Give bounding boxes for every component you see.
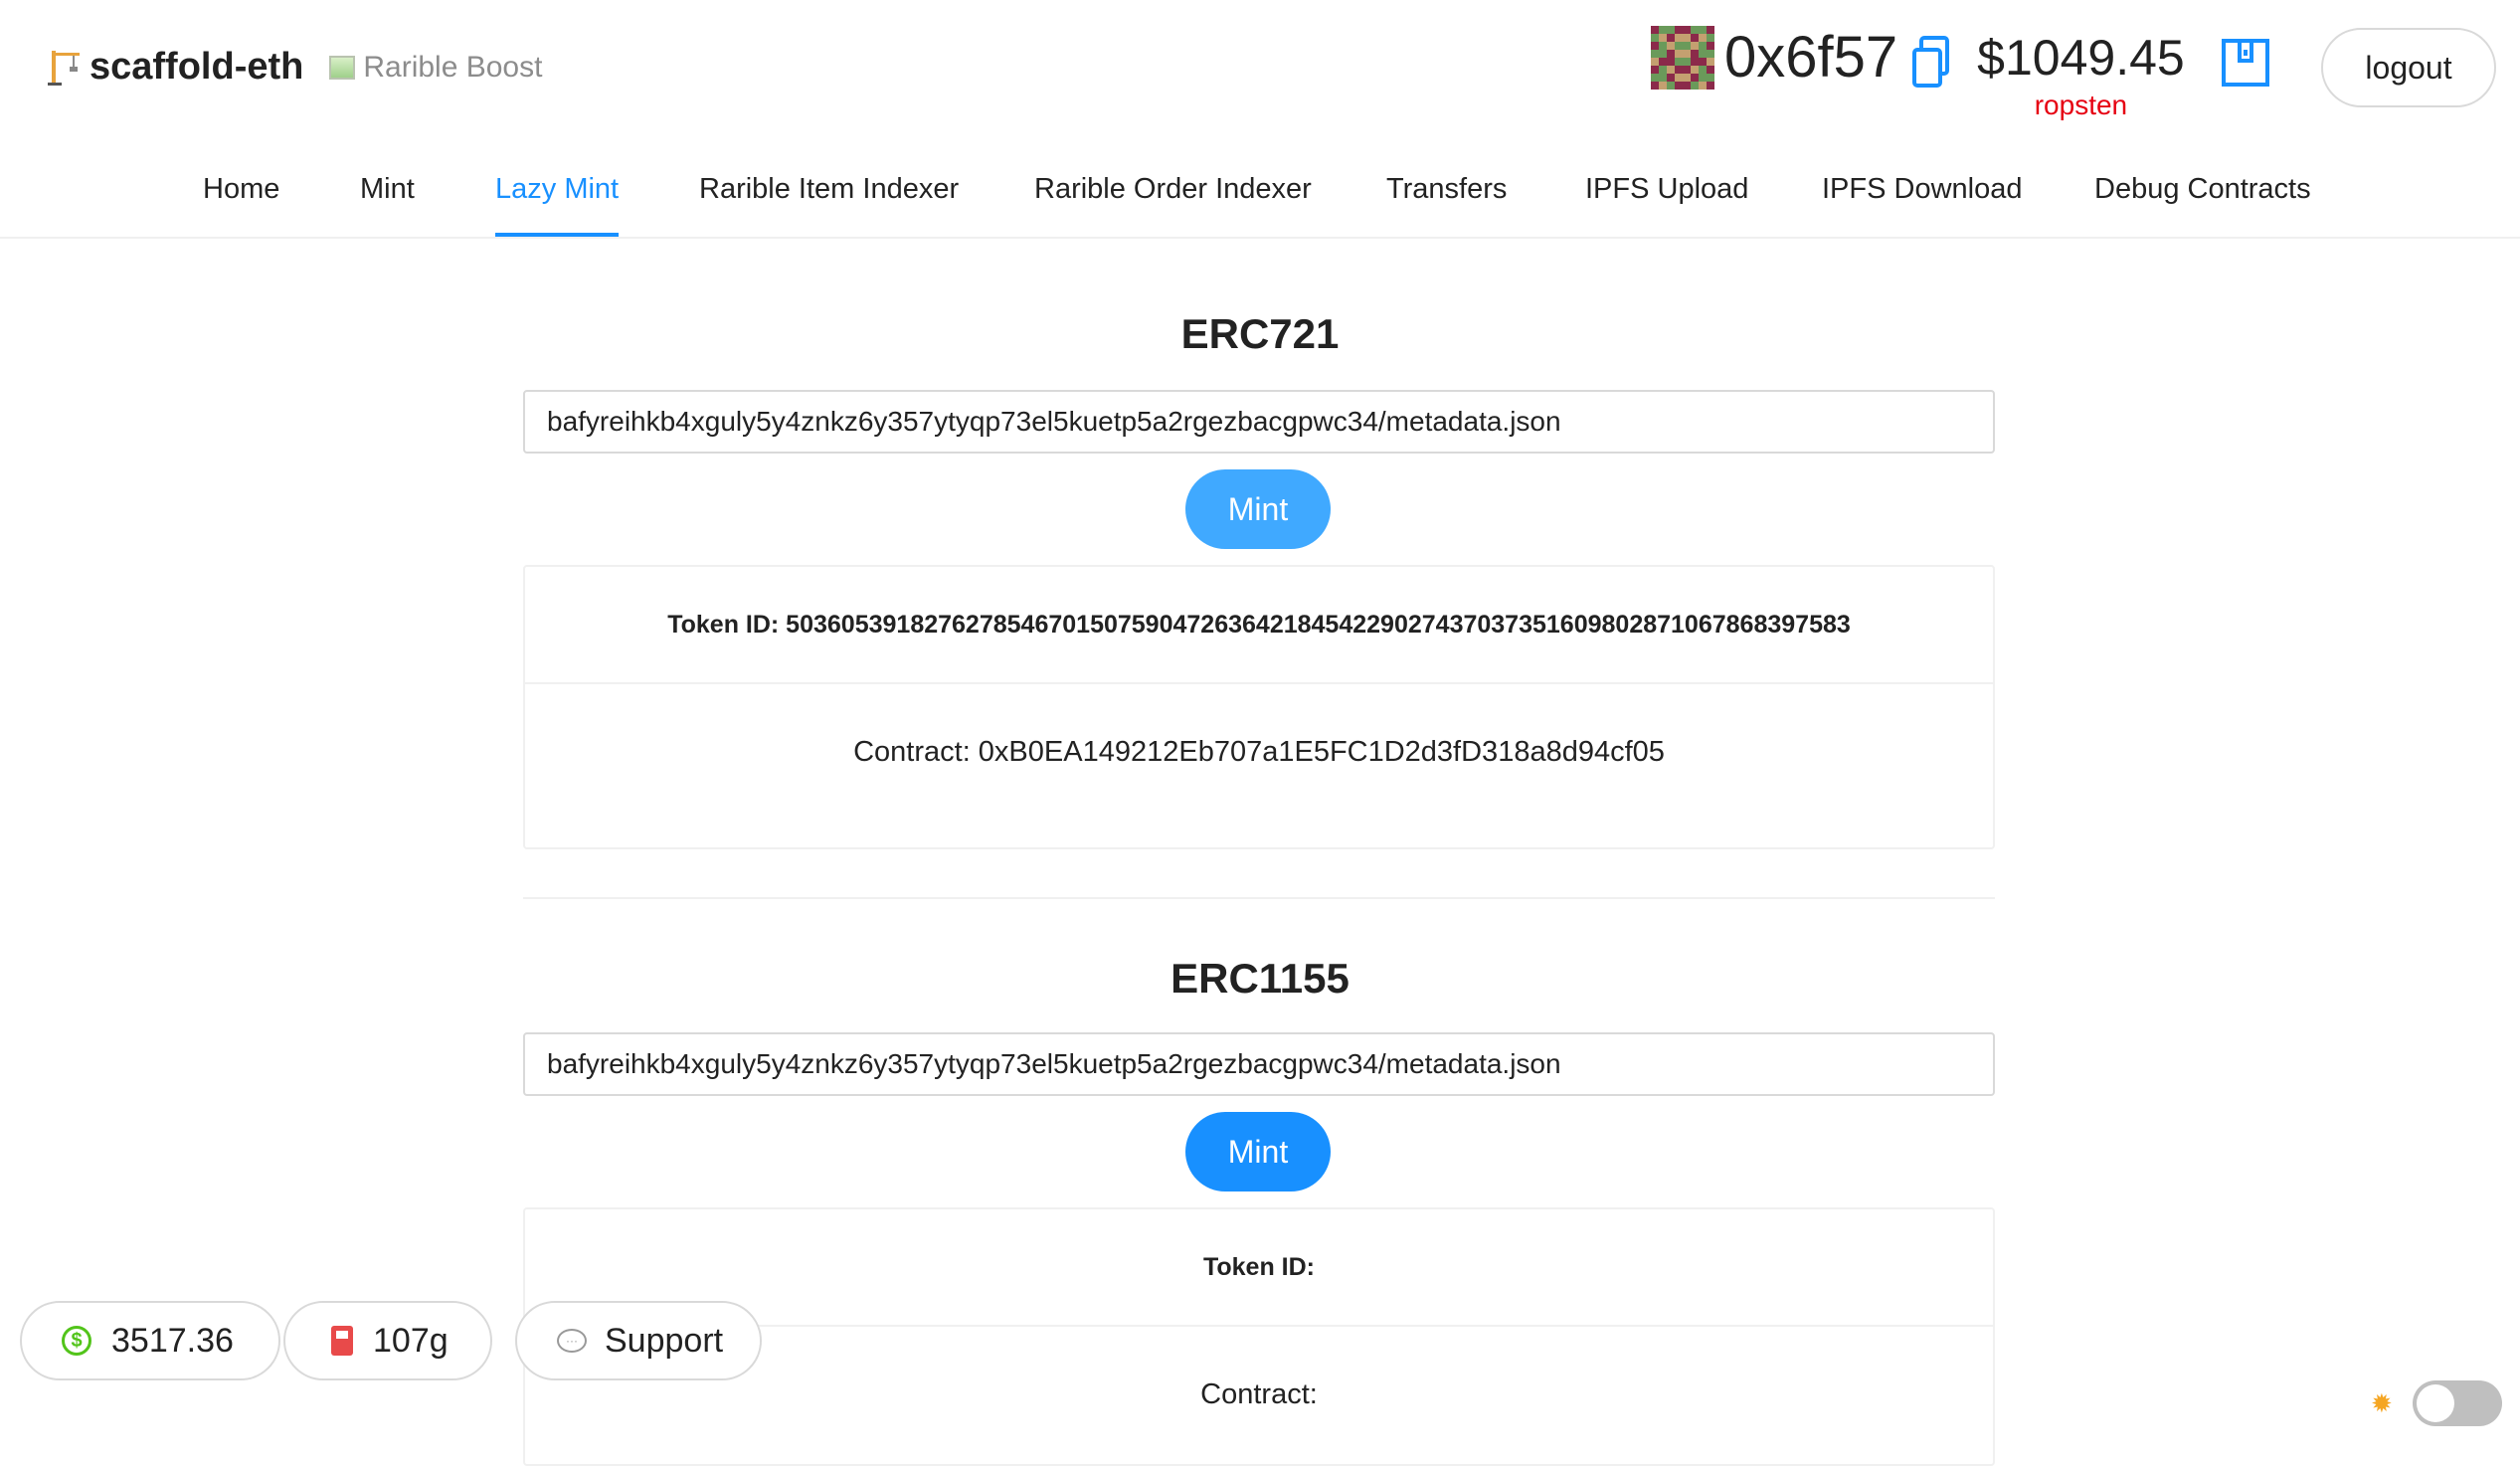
app-subtitle: Rarible Boost xyxy=(329,51,542,85)
avatar xyxy=(1651,26,1714,90)
theme-toggle[interactable] xyxy=(2413,1380,2502,1426)
fuel-pump-icon xyxy=(331,1326,353,1356)
tab-rarible-order-indexer[interactable]: Rarible Order Indexer xyxy=(1034,173,1312,206)
wallet-address[interactable]: 0x6f57 xyxy=(1724,26,1897,90)
gas-price: 107g xyxy=(373,1321,449,1360)
erc721-contract: Contract: 0xB0EA149212Eb707a1E5FC1D2d3fD… xyxy=(853,736,1665,768)
erc1155-title: ERC1155 xyxy=(1170,955,1350,1002)
erc721-uri-input[interactable] xyxy=(523,390,1995,454)
sun-icon: ✹ xyxy=(2371,1388,2393,1418)
erc1155-mint-button[interactable]: Mint xyxy=(1185,1112,1331,1191)
support-label: Support xyxy=(605,1321,724,1360)
tab-debug-contracts[interactable]: Debug Contracts xyxy=(2094,173,2311,206)
active-tab-indicator xyxy=(495,233,619,237)
erc721-mint-button[interactable]: Mint xyxy=(1185,469,1331,549)
network-label: ropsten xyxy=(2034,90,2128,120)
logout-button[interactable]: logout xyxy=(2321,28,2496,107)
copy-icon[interactable] xyxy=(1911,36,1951,90)
theme-toggle-knob xyxy=(2417,1384,2454,1422)
erc721-title: ERC721 xyxy=(1180,310,1340,357)
tab-mint[interactable]: Mint xyxy=(360,173,415,206)
section-divider xyxy=(523,897,1995,899)
tab-ipfs-download[interactable]: IPFS Download xyxy=(1822,173,2023,206)
eth-price: 3517.36 xyxy=(111,1321,234,1360)
speech-bubble-icon: ··· xyxy=(557,1329,587,1353)
tab-ipfs-upload[interactable]: IPFS Upload xyxy=(1585,173,1748,206)
app-subtitle-label: Rarible Boost xyxy=(363,50,543,84)
wallet-balance[interactable]: $1049.45 xyxy=(1977,26,2185,90)
erc721-result-card: Token ID: 503605391827627854670150759047… xyxy=(523,565,1995,849)
wallet-icon[interactable] xyxy=(2221,38,2270,88)
price-pill[interactable]: $ 3517.36 xyxy=(20,1301,280,1380)
tab-rarible-item-indexer[interactable]: Rarible Item Indexer xyxy=(699,173,959,206)
balance-block: $1049.45 ropsten xyxy=(1977,26,2185,121)
tab-transfers[interactable]: Transfers xyxy=(1386,173,1507,206)
dollar-icon: $ xyxy=(62,1326,91,1356)
nav-menu: Home Mint Lazy Mint Rarible Item Indexer… xyxy=(0,149,2520,239)
gas-pill[interactable]: 107g xyxy=(283,1301,492,1380)
erc1155-uri-input[interactable] xyxy=(523,1032,1995,1096)
tab-lazy-mint[interactable]: Lazy Mint xyxy=(495,173,619,206)
brand: scaffold-eth Rarible Boost xyxy=(48,46,542,89)
erc721-token-id: Token ID: 503605391827627854670150759047… xyxy=(525,567,1993,684)
construction-crane-icon xyxy=(48,49,82,87)
support-button[interactable]: ··· Support xyxy=(515,1301,762,1380)
app-title[interactable]: scaffold-eth xyxy=(90,46,303,89)
tab-home[interactable]: Home xyxy=(203,173,279,206)
account-area: 0x6f57 $1049.45 ropsten xyxy=(1651,26,2270,121)
framed-picture-icon xyxy=(329,55,356,80)
